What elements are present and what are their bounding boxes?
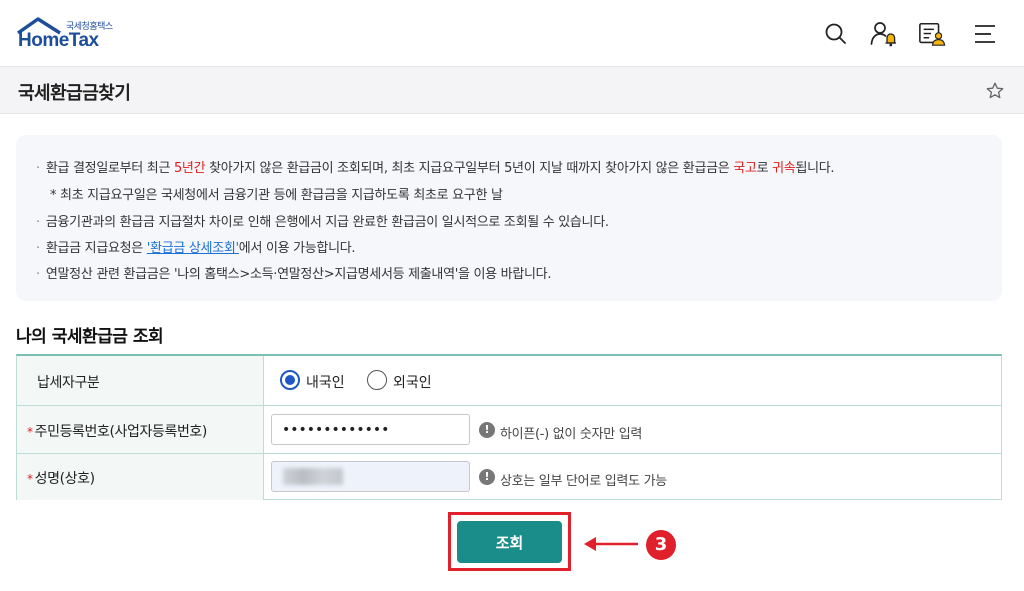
notice-line-5: · 연말정산 관련 환급금은 '나의 홈택스>소득·연말정산>지급명세서등 제출내…	[36, 267, 552, 282]
radio-foreign-label[interactable]: 외국인	[393, 372, 432, 392]
name-label: * 성명(상호)	[27, 471, 95, 487]
logo-text: HomeTax	[18, 30, 99, 51]
info-icon: !	[479, 469, 495, 485]
radio-foreign[interactable]	[367, 370, 387, 390]
taxpayer-type-row: 납세자구분 내국인 외국인	[17, 356, 1001, 406]
search-button[interactable]: 조회	[457, 521, 562, 563]
refund-detail-link[interactable]: '환급금 상세조회'	[147, 241, 239, 256]
document-user-icon[interactable]	[918, 20, 946, 48]
notice-box: · 환급 결정일로부터 최근 5년간 찾아가지 않은 환급금이 조회되며, 최초 …	[16, 135, 1002, 301]
search-icon[interactable]	[822, 20, 850, 48]
taxpayer-type-header: 납세자구분	[17, 356, 264, 405]
refund-search-form: 납세자구분 내국인 외국인 *주민등록번호(사업자등록번호) ! 하이픈(-) …	[16, 354, 1002, 500]
name-hint: 상호는 일부 단어로 입력도 가능	[500, 474, 667, 489]
redacted-name	[283, 468, 343, 485]
hometax-logo[interactable]: 국세청홈택스 HomeTax	[16, 17, 120, 53]
id-number-hint: 하이픈(-) 없이 숫자만 입력	[500, 427, 643, 442]
step-number-badge: 3	[646, 530, 676, 560]
title-bar: 국세환급금찾기	[0, 66, 1024, 114]
arrow-left-icon	[584, 537, 638, 551]
top-header: 국세청홈택스 HomeTax	[0, 0, 1024, 66]
radio-domestic[interactable]	[280, 370, 300, 390]
name-header: * 성명(상호)	[17, 454, 264, 500]
notice-line-1: · 환급 결정일로부터 최근 5년간 찾아가지 않은 환급금이 조회되며, 최초 …	[36, 161, 835, 176]
taxpayer-type-label: 납세자구분	[37, 375, 100, 391]
notice-line-3: · 금융기관과의 환급금 지급절차 차이로 인해 은행에서 지급 완료한 환급금이…	[36, 215, 609, 230]
id-number-input[interactable]	[271, 414, 470, 445]
favorite-star-icon[interactable]	[985, 81, 1005, 101]
section-title: 나의 국세환급금 조회	[16, 327, 164, 347]
page-title: 국세환급금찾기	[18, 83, 131, 104]
user-bell-icon[interactable]	[870, 20, 898, 48]
notice-line-4: · 환급금 지급요청은 '환급금 상세조회'에서 이용 가능합니다.	[36, 241, 356, 256]
radio-domestic-label[interactable]: 내국인	[306, 372, 345, 392]
name-row: * 성명(상호) ! 상호는 일부 단어로 입력도 가능	[17, 454, 1001, 500]
menu-icon[interactable]	[971, 20, 999, 48]
id-number-label: * 주민등록번호(사업자등록번호)	[27, 424, 207, 440]
id-number-header: * 주민등록번호(사업자등록번호)	[17, 406, 264, 453]
info-icon: !	[479, 422, 495, 438]
id-number-row: *주민등록번호(사업자등록번호) ! 하이픈(-) 없이 숫자만 입력	[17, 406, 1001, 454]
notice-line-2: * 최초 지급요구일은 국세청에서 금융기관 등에 환급금을 지급하도록 최초로…	[50, 188, 503, 203]
